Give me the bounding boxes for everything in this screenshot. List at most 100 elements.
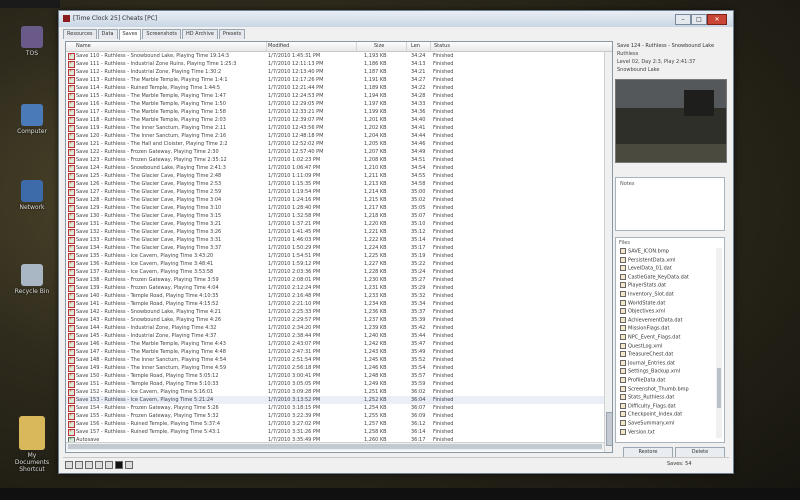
row-checkbox[interactable] [68, 164, 75, 172]
file-list-item[interactable]: TreasureChest.dat [620, 351, 716, 359]
row-checkbox[interactable] [68, 308, 75, 316]
row-checkbox[interactable] [68, 228, 75, 236]
table-row[interactable]: Save 130 - Ruthless - The Glacier Cave, … [66, 212, 604, 220]
table-row[interactable]: Save 113 - Ruthless - The Marble Temple,… [66, 76, 604, 84]
row-checkbox[interactable] [68, 116, 75, 124]
table-row[interactable]: Save 150 - Ruthless - Temple Road, Playi… [66, 372, 604, 380]
file-list-item[interactable]: PersistentData.xml [620, 256, 716, 265]
tab-presets[interactable]: Presets [218, 29, 246, 39]
table-row[interactable]: Save 121 - Ruthless - The Hall and Clois… [66, 140, 604, 148]
table-row[interactable]: Save 154 - Ruthless - Frozen Gateway, Pl… [66, 404, 604, 412]
row-checkbox[interactable] [68, 284, 75, 292]
row-checkbox[interactable] [68, 212, 75, 220]
desktop-icon-network[interactable]: Network [14, 180, 50, 211]
file-list-item[interactable]: QuestLog.xml [620, 342, 716, 351]
column-header-status[interactable]: Status [434, 43, 450, 49]
table-row[interactable]: Save 136 - Ruthless - Ice Cavern, Playin… [66, 260, 604, 268]
table-row[interactable]: Save 145 - Ruthless - Industrial Zone, P… [66, 332, 604, 340]
file-list-item[interactable]: Screenshot_Thumb.bmp [620, 385, 716, 394]
row-checkbox[interactable] [68, 76, 75, 84]
table-row[interactable]: Save 143 - Ruthless - Snowbound Lake, Pl… [66, 316, 604, 324]
table-row[interactable]: Save 147 - Ruthless - The Marble Temple,… [66, 348, 604, 356]
row-checkbox[interactable] [68, 412, 75, 420]
folder-icon[interactable] [75, 461, 83, 469]
notes-field[interactable]: Notes [615, 177, 725, 231]
row-checkbox[interactable] [68, 396, 75, 404]
tab-screenshots[interactable]: Screenshots [142, 29, 181, 39]
delete-icon[interactable] [95, 461, 103, 469]
file-list-item[interactable]: PlayerStats.dat [620, 282, 716, 290]
table-row[interactable]: Save 116 - Ruthless - The Marble Temple,… [66, 100, 604, 108]
table-row[interactable]: Save 152 - Ruthless - Ice Cavern, Playin… [66, 388, 604, 396]
close-button[interactable]: ✕ [707, 14, 727, 25]
table-row[interactable]: Save 110 - Ruthless - Snowbound Lake, Pl… [66, 52, 604, 60]
table-row[interactable]: Save 157 - Ruthless - Ruined Temple, Pla… [66, 428, 604, 436]
row-checkbox[interactable] [68, 140, 75, 148]
row-checkbox[interactable] [68, 188, 75, 196]
file-list-item[interactable]: Checkpoint_Index.dat [620, 411, 716, 419]
column-separator[interactable] [266, 42, 267, 51]
table-row[interactable]: Save 137 - Ruthless - Ice Cavern, Playin… [66, 268, 604, 276]
file-list-item[interactable]: Objectives.xml [620, 308, 716, 316]
column-header-modified[interactable]: Modified [268, 43, 289, 49]
desktop-icon-tos[interactable]: TOS [14, 26, 50, 57]
file-list-item[interactable]: ProfileData.dat [620, 377, 716, 385]
table-row[interactable]: Save 140 - Ruthless - Temple Road, Playi… [66, 292, 604, 300]
row-checkbox[interactable] [68, 148, 75, 156]
column-separator[interactable] [430, 42, 431, 51]
table-row[interactable]: Save 125 - Ruthless - The Glacier Cave, … [66, 172, 604, 180]
row-checkbox[interactable] [68, 180, 75, 188]
row-checkbox[interactable] [68, 324, 75, 332]
file-list-item[interactable]: Inventory_Slot.dat [620, 291, 716, 299]
tab-data[interactable]: Data [97, 29, 118, 39]
row-checkbox[interactable] [68, 268, 75, 276]
scrollbar-thumb[interactable] [606, 412, 612, 446]
row-checkbox[interactable] [68, 68, 75, 76]
row-checkbox[interactable] [68, 380, 75, 388]
file-list-item[interactable]: AchievementData.dat [620, 316, 716, 325]
image-icon[interactable] [85, 461, 93, 469]
row-checkbox[interactable] [68, 60, 75, 68]
table-row[interactable]: Save 156 - Ruthless - Ruined Temple, Pla… [66, 420, 604, 428]
file-list-item[interactable]: SAVE_ICON.bmp [620, 248, 716, 256]
table-row[interactable]: Save 126 - Ruthless - The Glacier Cave, … [66, 180, 604, 188]
tab-resources[interactable]: Resources [63, 29, 97, 39]
table-row[interactable]: Save 141 - Ruthless - Temple Road, Playi… [66, 300, 604, 308]
table-row[interactable]: Save 127 - Ruthless - The Glacier Cave, … [66, 188, 604, 196]
row-checkbox[interactable] [68, 252, 75, 260]
scrollbar-thumb[interactable] [717, 368, 721, 408]
horizontal-scrollbar[interactable] [66, 442, 604, 451]
row-checkbox[interactable] [68, 52, 75, 60]
title-bar[interactable]: [Time Clock 25] Cheats [PC] – □ ✕ [59, 11, 733, 27]
row-checkbox[interactable] [68, 316, 75, 324]
row-checkbox[interactable] [68, 276, 75, 284]
table-row[interactable]: Save 124 - Ruthless - Snowbound Lake, Pl… [66, 164, 604, 172]
row-checkbox[interactable] [68, 156, 75, 164]
table-row[interactable]: Save 111 - Ruthless - Industrial Zone Ru… [66, 60, 604, 68]
file-list-item[interactable]: WorldState.dat [620, 299, 716, 308]
row-checkbox[interactable] [68, 124, 75, 132]
table-row[interactable]: Save 138 - Ruthless - Frozen Gateway, Pl… [66, 276, 604, 284]
column-separator[interactable] [406, 42, 407, 51]
row-checkbox[interactable] [68, 292, 75, 300]
column-separator[interactable] [356, 42, 357, 51]
file-list-item[interactable]: Stats_Ruthless.dat [620, 394, 716, 402]
table-row[interactable]: Save 123 - Ruthless - Frozen Gateway, Pl… [66, 156, 604, 164]
table-row[interactable]: Save 131 - Ruthless - The Glacier Cave, … [66, 220, 604, 228]
table-row[interactable]: Save 144 - Ruthless - Industrial Zone, P… [66, 324, 604, 332]
row-checkbox[interactable] [68, 364, 75, 372]
backup-icon[interactable] [105, 461, 113, 469]
table-row[interactable]: Save 129 - Ruthless - The Glacier Cave, … [66, 204, 604, 212]
column-header-name[interactable]: Name [76, 43, 91, 49]
table-row[interactable]: Save 114 - Ruthless - Ruined Temple, Pla… [66, 84, 604, 92]
file-list-item[interactable]: SaveSummary.xml [620, 420, 716, 428]
table-row[interactable]: Save 139 - Ruthless - Frozen Gateway, Pl… [66, 284, 604, 292]
table-row[interactable]: Save 149 - Ruthless - The Inner Sanctum,… [66, 364, 604, 372]
column-header-size[interactable]: Size [374, 43, 384, 49]
table-row[interactable]: Save 155 - Ruthless - Frozen Gateway, Pl… [66, 412, 604, 420]
table-row[interactable]: Save 119 - Ruthless - The Inner Sanctum,… [66, 124, 604, 132]
row-checkbox[interactable] [68, 236, 75, 244]
file-list-item[interactable]: Version.txt [620, 428, 716, 437]
info-icon[interactable] [65, 461, 73, 469]
table-row[interactable]: Save 120 - Ruthless - The Inner Sanctum,… [66, 132, 604, 140]
